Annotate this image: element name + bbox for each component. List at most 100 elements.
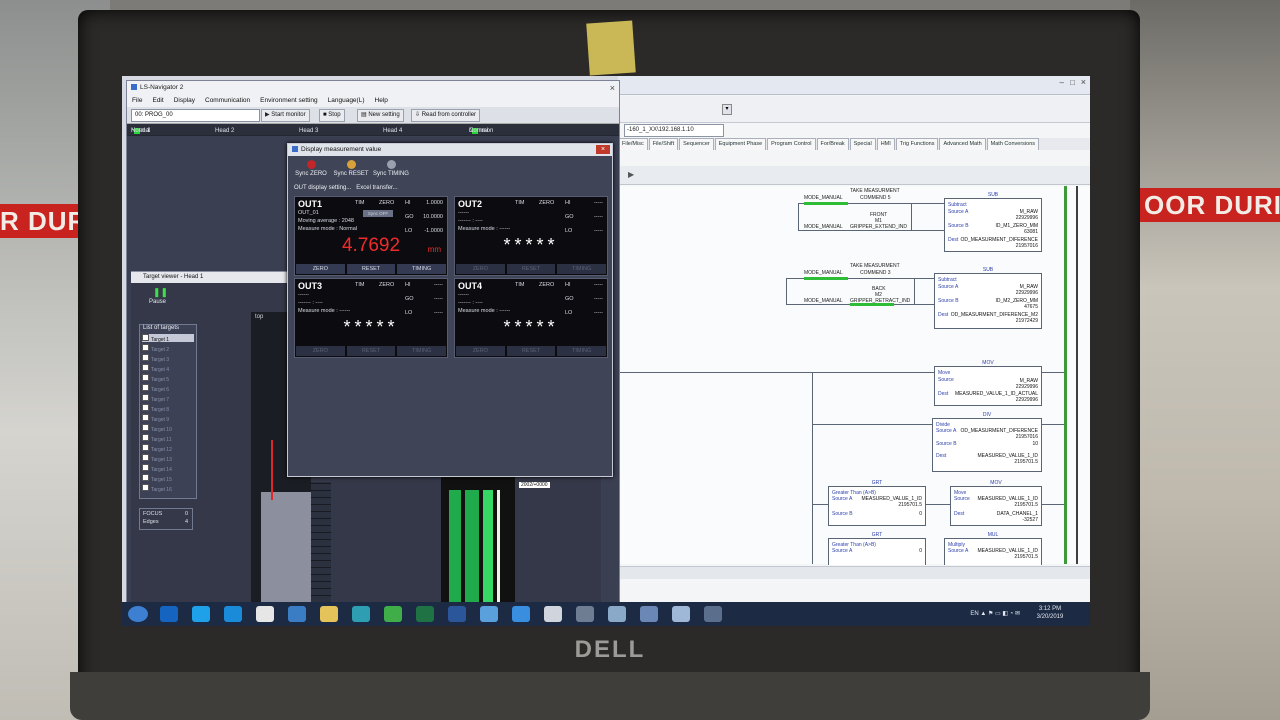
checkbox[interactable]	[142, 434, 149, 441]
instruction-tab[interactable]: Math Conversions	[986, 138, 1039, 150]
target-list-item[interactable]: Target 6	[142, 384, 194, 393]
app-icon-network[interactable]	[640, 606, 658, 622]
grt-box-1[interactable]: GRT Greater Than (A>B) Source A MEASURED…	[828, 480, 926, 526]
program-select[interactable]: 00: PROG_00	[131, 109, 260, 122]
sync-reset-button[interactable]: Sync RESET	[332, 160, 370, 177]
sync-timing-button[interactable]: Sync TIMING	[372, 160, 410, 177]
checkbox[interactable]	[142, 444, 149, 451]
instruction-tab[interactable]: Trig Functions	[895, 138, 939, 150]
menu-language[interactable]: Language(L)	[323, 95, 370, 107]
close-icon[interactable]: ×	[1081, 77, 1086, 87]
system-tray[interactable]: EN ▲ ⚑ ▭ ◧ ◔ ✉	[970, 610, 1020, 617]
app-icon-window[interactable]	[576, 606, 594, 622]
app-icon-green[interactable]	[384, 606, 402, 622]
checkbox[interactable]	[142, 424, 149, 431]
checkbox[interactable]	[142, 454, 149, 461]
div-box-1[interactable]: DIV Divide Source A OD_MEASURMENT_DIFERE…	[932, 412, 1042, 472]
reset-button[interactable]: RESET	[346, 264, 396, 274]
excel-transfer-link[interactable]: Excel transfer...	[356, 185, 397, 191]
checkbox[interactable]	[142, 354, 149, 361]
checkbox[interactable]	[142, 474, 149, 481]
target-list-item[interactable]: Target 2	[142, 344, 194, 353]
target-list-item[interactable]: Target 16	[142, 484, 194, 493]
checkbox[interactable]	[142, 374, 149, 381]
minimize-icon[interactable]: –	[1060, 78, 1064, 87]
skype-icon[interactable]	[192, 606, 210, 622]
arrow-right-icon[interactable]: ▶	[628, 170, 634, 179]
outlook-icon[interactable]	[160, 606, 178, 622]
menu-display[interactable]: Display	[169, 95, 200, 107]
instruction-tab[interactable]: For/Break	[816, 138, 849, 150]
checkbox[interactable]	[142, 364, 149, 371]
zero-button[interactable]: ZERO	[296, 264, 345, 274]
timing-button[interactable]: TIMING	[557, 346, 607, 356]
target-list-item[interactable]: Target 4	[142, 364, 194, 373]
menu-communication[interactable]: Communication	[200, 95, 255, 107]
menu-environment-setting[interactable]: Environment setting	[255, 95, 322, 107]
timing-button[interactable]: TIMING	[557, 264, 607, 274]
contact-mode-manual-2[interactable]	[804, 277, 848, 280]
instruction-tab[interactable]: Advanced Math	[939, 138, 986, 150]
app-icon-blue[interactable]	[480, 606, 498, 622]
measure-cursor[interactable]	[271, 440, 273, 500]
target-list-item[interactable]: Target 13	[142, 454, 194, 463]
ls-navigator-taskbar-icon[interactable]	[608, 606, 626, 622]
controller-path-field[interactable]: -160_1_XX\192.168.1.10	[624, 124, 724, 137]
mov-box-2[interactable]: MOV Move Source MEASURED_VALUE_1_ID 2195…	[950, 480, 1042, 526]
instruction-tab[interactable]: File/Misc	[618, 138, 648, 150]
app-icon-infinity[interactable]	[224, 606, 242, 622]
target-list-item[interactable]: Target 7	[142, 394, 194, 403]
close-icon[interactable]: ×	[610, 81, 615, 95]
timing-button[interactable]: TIMING	[397, 346, 447, 356]
checkbox[interactable]	[142, 414, 149, 421]
menu-file[interactable]: File	[127, 95, 147, 107]
app-icon-bracket[interactable]	[704, 606, 722, 622]
monitor-icon[interactable]	[288, 606, 306, 622]
target-list-item[interactable]: Target 10	[142, 424, 194, 433]
sync-zero-button[interactable]: Sync ZERO	[292, 160, 330, 177]
checkbox[interactable]	[142, 334, 149, 341]
target-list-item[interactable]: Target 1	[142, 334, 194, 343]
chevron-down-icon[interactable]: ▾	[722, 104, 732, 115]
checkbox[interactable]	[142, 394, 149, 401]
browser-icon[interactable]	[512, 606, 530, 622]
pause-label[interactable]: Pause	[149, 299, 166, 305]
zero-button[interactable]: ZERO	[296, 346, 345, 356]
target-list-item[interactable]: Target 14	[142, 464, 194, 473]
read-from-controller-button[interactable]: ⇩ Read from controller	[411, 109, 481, 122]
stop-button[interactable]: ■ Stop	[319, 109, 345, 122]
folder-icon[interactable]	[320, 606, 338, 622]
soccer-ball-icon[interactable]	[256, 606, 274, 622]
start-monitor-button[interactable]: ▶ Start monitor	[261, 109, 310, 122]
grt-box-2[interactable]: GRT Greater Than (A>B) Source A 0	[828, 532, 926, 565]
zero-button[interactable]: ZERO	[456, 346, 505, 356]
reset-button[interactable]: RESET	[506, 346, 556, 356]
close-icon[interactable]: ×	[596, 145, 610, 154]
app-icon-grid[interactable]	[672, 606, 690, 622]
instruction-tab[interactable]: File/Shift	[648, 138, 679, 150]
menu-edit[interactable]: Edit	[147, 95, 168, 107]
instruction-tab[interactable]: Program Control	[767, 138, 816, 150]
menu-help[interactable]: Help	[370, 95, 393, 107]
contact-mode-manual[interactable]	[804, 202, 848, 205]
target-list-item[interactable]: Target 8	[142, 404, 194, 413]
timing-button[interactable]: TIMING	[397, 264, 447, 274]
app-icon-tool[interactable]	[544, 606, 562, 622]
app-icon-teal[interactable]	[352, 606, 370, 622]
sub-box-2[interactable]: SUB Subtract Source A M_RAW 22929996 Sou…	[934, 267, 1042, 329]
mul-box-1[interactable]: MUL Multiply Source A MEASURED_VALUE_1_I…	[944, 532, 1042, 565]
out-display-setting-link[interactable]: OUT display setting...	[294, 185, 351, 191]
instruction-tab[interactable]: HMI	[876, 138, 895, 150]
zero-button[interactable]: ZERO	[456, 264, 505, 274]
word-icon[interactable]	[448, 606, 466, 622]
target-list-item[interactable]: Target 15	[142, 474, 194, 483]
reset-button[interactable]: RESET	[506, 264, 556, 274]
checkbox[interactable]	[142, 404, 149, 411]
checkbox[interactable]	[142, 344, 149, 351]
instruction-tab[interactable]: Equipment Phase	[714, 138, 767, 150]
checkbox[interactable]	[142, 464, 149, 471]
excel-icon[interactable]	[416, 606, 434, 622]
target-list-item[interactable]: Target 9	[142, 414, 194, 423]
maximize-icon[interactable]: □	[1070, 78, 1075, 87]
reset-button[interactable]: RESET	[346, 346, 396, 356]
